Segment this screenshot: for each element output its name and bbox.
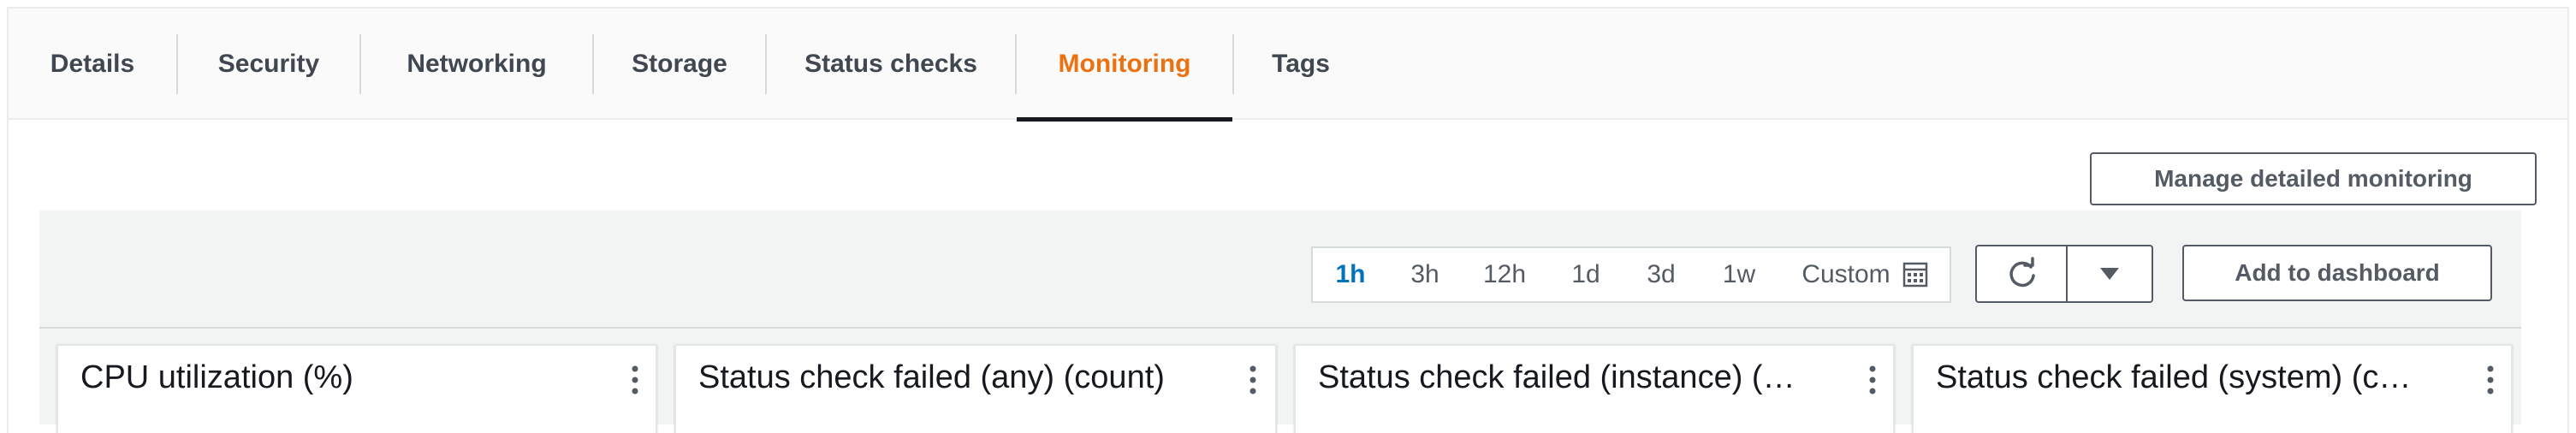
- tab-networking[interactable]: Networking: [361, 9, 592, 120]
- widget-title: CPU utilization (%): [80, 359, 353, 395]
- widget-menu-icon[interactable]: [1864, 365, 1881, 395]
- tab-security[interactable]: Security: [178, 9, 359, 120]
- tab-details[interactable]: Details: [9, 9, 176, 120]
- tab-status-checks[interactable]: Status checks: [767, 9, 1015, 120]
- calendar-icon: [1902, 262, 1927, 288]
- range-12h[interactable]: 12h: [1462, 248, 1547, 301]
- tab-bar: Details Security Networking Storage Stat…: [9, 9, 2567, 122]
- widget-title: Status check failed (instance) (…: [1318, 359, 1795, 395]
- refresh-icon: [2009, 257, 2035, 288]
- tab-tags[interactable]: Tags: [1234, 9, 1368, 120]
- range-3d[interactable]: 3d: [1624, 248, 1698, 301]
- refresh-options-dropdown[interactable]: [2066, 245, 2153, 303]
- monitoring-toolbar: 1h 3h 12h 1d 3d 1w Custom Add to dashboa…: [39, 211, 2521, 433]
- toolbar-divider: [39, 327, 2521, 329]
- manage-detailed-monitoring-button[interactable]: Manage detailed monitoring: [2090, 152, 2537, 205]
- widget-status-check-system: Status check failed (system) (c…: [1912, 344, 2513, 433]
- tab-monitoring[interactable]: Monitoring: [1017, 9, 1232, 122]
- widget-menu-icon[interactable]: [626, 365, 644, 395]
- widget-title: Status check failed (any) (count): [698, 359, 1165, 395]
- widget-title: Status check failed (system) (c…: [1936, 359, 2412, 395]
- caret-down-icon: [2100, 268, 2119, 280]
- widget-cpu-utilization: CPU utilization (%): [56, 344, 657, 433]
- tab-storage[interactable]: Storage: [594, 9, 765, 120]
- widget-status-check-instance: Status check failed (instance) (…: [1294, 344, 1895, 433]
- widget-menu-icon[interactable]: [1244, 365, 1261, 395]
- range-1d[interactable]: 1d: [1547, 248, 1624, 301]
- add-to-dashboard-button[interactable]: Add to dashboard: [2182, 245, 2492, 301]
- refresh-button[interactable]: [1975, 245, 2069, 303]
- widget-status-check-any: Status check failed (any) (count): [674, 344, 1277, 433]
- range-3h[interactable]: 3h: [1388, 248, 1462, 301]
- range-custom[interactable]: Custom: [1780, 248, 1950, 301]
- range-1h[interactable]: 1h: [1313, 248, 1388, 301]
- time-range-selector: 1h 3h 12h 1d 3d 1w Custom: [1311, 246, 1951, 303]
- widget-menu-icon[interactable]: [2482, 365, 2499, 395]
- range-1w[interactable]: 1w: [1698, 248, 1780, 301]
- custom-range-label: Custom: [1801, 260, 1890, 288]
